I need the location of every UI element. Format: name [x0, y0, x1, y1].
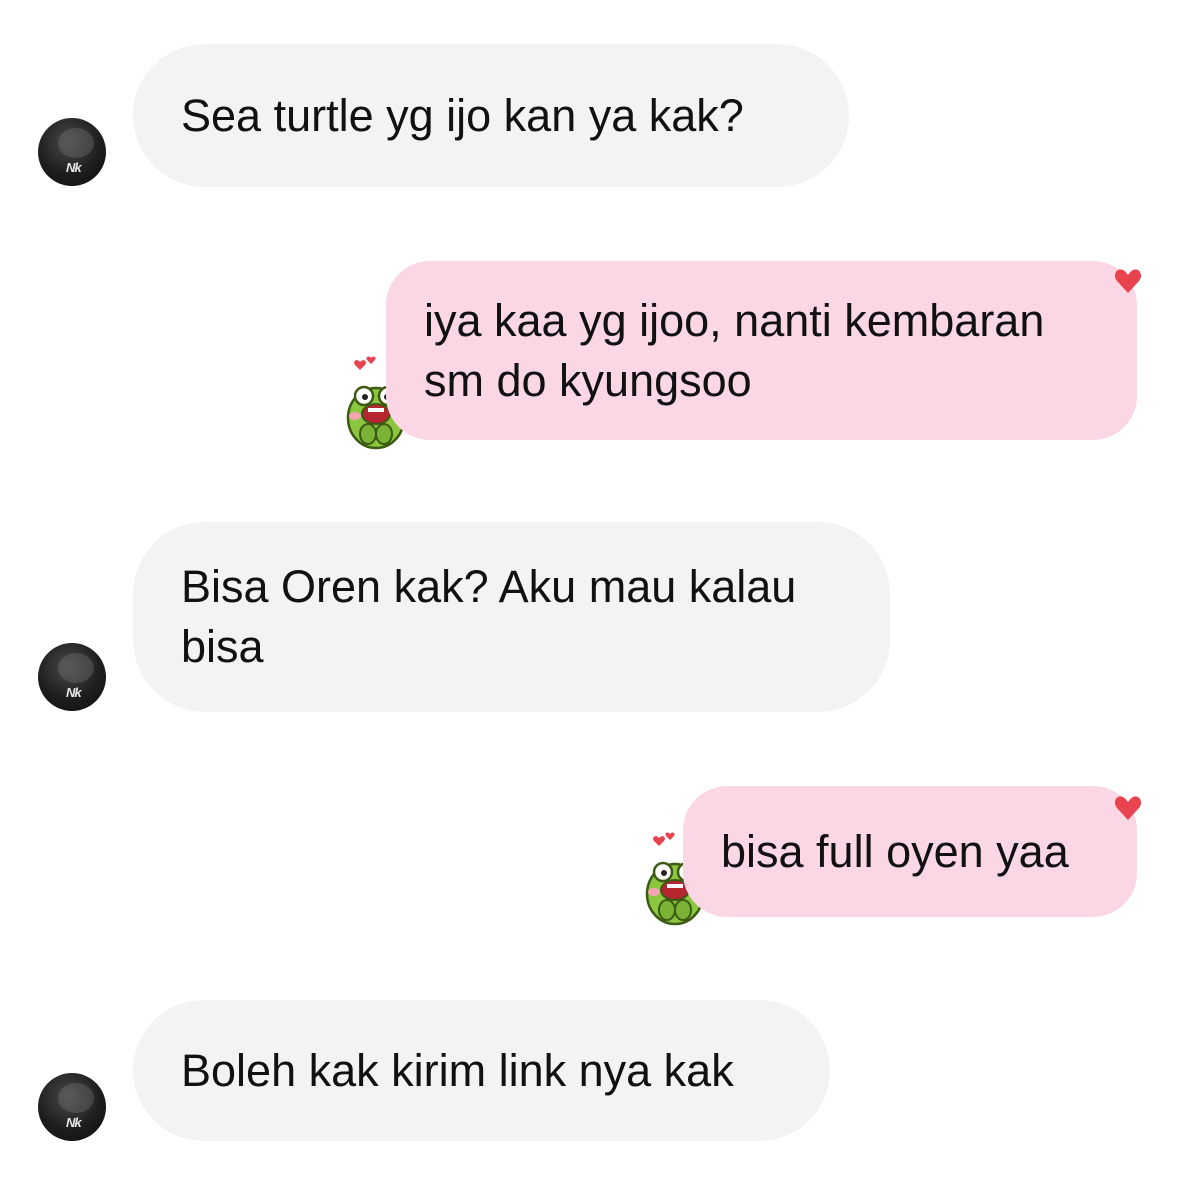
message-text: Bisa Oren kak? Aku mau kalau bisa	[181, 561, 797, 672]
contact-avatar[interactable]: Nk	[38, 643, 106, 711]
message-bubble-incoming[interactable]: Bisa Oren kak? Aku mau kalau bisa	[133, 522, 890, 712]
message-text: Sea turtle yg ijo kan ya kak?	[181, 89, 744, 141]
message-text: iya kaa yg ijoo, nanti kembaran sm do ky…	[424, 294, 1045, 406]
heart-reaction-icon[interactable]	[1113, 793, 1143, 823]
message-bubble-outgoing[interactable]: iya kaa yg ijoo, nanti kembaran sm do ky…	[386, 261, 1137, 440]
message-text: bisa full oyen yaa	[721, 825, 1069, 877]
message-bubble-incoming[interactable]: Sea turtle yg ijo kan ya kak?	[133, 44, 849, 187]
chat-thread: Nk Sea turtle yg ijo kan ya kak? iya kaa…	[0, 0, 1179, 1185]
contact-avatar[interactable]: Nk	[38, 1073, 106, 1141]
message-bubble-incoming[interactable]: Boleh kak kirim link nya kak	[133, 1000, 830, 1141]
message-bubble-outgoing[interactable]: bisa full oyen yaa	[683, 786, 1137, 917]
heart-reaction-icon[interactable]	[1113, 266, 1143, 296]
contact-avatar[interactable]: Nk	[38, 118, 106, 186]
message-text: Boleh kak kirim link nya kak	[181, 1044, 734, 1096]
